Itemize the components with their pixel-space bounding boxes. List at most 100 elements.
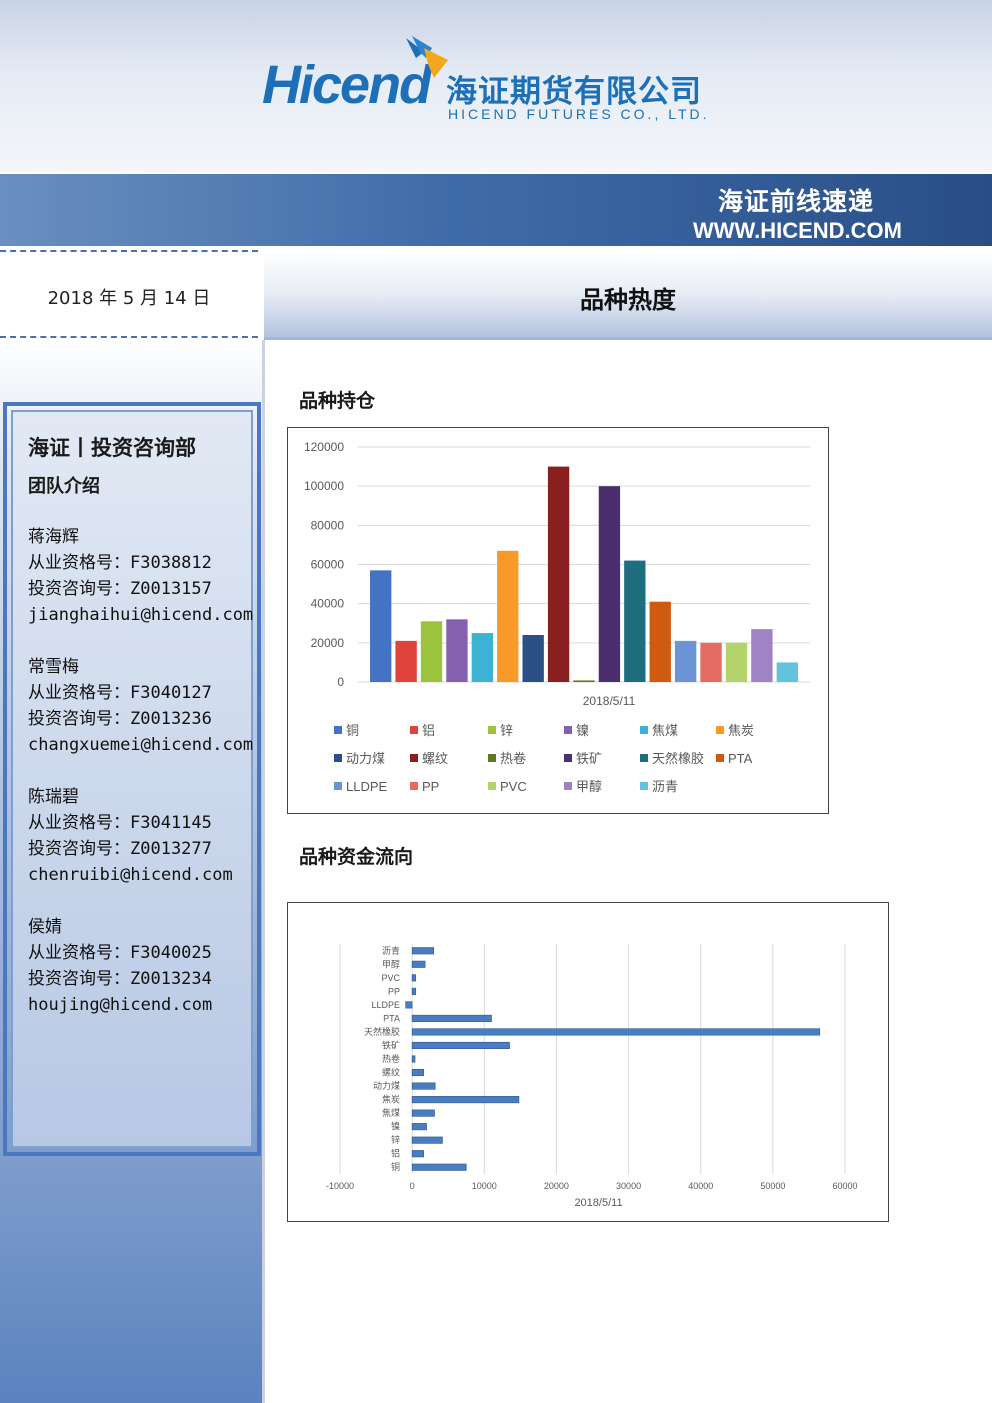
legend-label: 铜 <box>346 723 359 738</box>
y-category-label: PTA <box>383 1013 400 1023</box>
member-qualification: 从业资格号：F3040025 <box>28 943 212 963</box>
y-tick-label: 0 <box>337 675 344 689</box>
fund-flow-chart-frame: -10000 0 10000 20000 30000 40000 50000 60000 沥青甲… <box>287 902 889 1222</box>
member-email[interactable]: houjing@hicend.com <box>28 992 212 1018</box>
y-category-label: 沥青 <box>382 945 400 956</box>
bar-铁矿 <box>598 486 621 682</box>
member-qualification: 从业资格号：F3041145 <box>28 813 212 833</box>
y-category-label: 焦煤 <box>382 1107 400 1118</box>
y-category-label: 动力煤 <box>373 1080 400 1091</box>
legend-label: LLDPE <box>346 779 388 794</box>
divider <box>262 340 265 1403</box>
y-category-label: PVC <box>381 973 400 983</box>
bar-铝 <box>411 1150 424 1158</box>
y-category-label: 铜 <box>391 1161 400 1172</box>
legend-swatch <box>564 726 572 734</box>
legend-swatch <box>410 726 418 734</box>
bar-PTA <box>649 601 671 682</box>
bar-铜 <box>370 570 392 682</box>
team-heading: 海证丨投资咨询部 <box>28 436 196 460</box>
legend-swatch <box>410 754 418 762</box>
bar-铝 <box>395 640 417 682</box>
x-tick-label: 20000 <box>544 1181 569 1191</box>
bar-锌 <box>411 1136 443 1144</box>
fund-flow-chart: -10000 0 10000 20000 30000 40000 50000 60000 沥青甲… <box>326 944 858 1209</box>
page-title: 品种热度 <box>580 286 676 314</box>
bar-螺纹 <box>547 466 570 682</box>
legend-swatch <box>640 782 648 790</box>
legend-swatch <box>410 782 418 790</box>
bar-动力煤 <box>411 1082 436 1090</box>
y-tick-label: 80000 <box>311 518 345 532</box>
y-tick-label: 60000 <box>311 558 345 572</box>
legend-swatch <box>488 726 496 734</box>
bar-甲醇 <box>411 960 426 968</box>
member-consult-number: 投资咨询号：Z0013157 <box>28 579 212 599</box>
bar-焦煤 <box>471 633 494 682</box>
member-consult-number: 投资咨询号：Z0013277 <box>28 839 212 859</box>
member-email[interactable]: changxuemei@hicend.com <box>28 732 253 758</box>
legend-swatch <box>564 782 572 790</box>
bar-镍 <box>446 619 468 682</box>
bar-焦炭 <box>411 1096 520 1104</box>
y-category-label: 铁矿 <box>382 1039 400 1050</box>
legend-label: PVC <box>500 779 527 794</box>
legend-label: 天然橡胶 <box>652 751 704 766</box>
bird-logo-icon <box>406 36 448 78</box>
bar-甲醇 <box>751 629 773 682</box>
title-bar: 品种热度 <box>264 250 992 340</box>
bar-LLDPE <box>674 640 697 682</box>
x-axis-label: 2018/5/11 <box>583 694 636 708</box>
legend-label: 铝 <box>422 723 435 738</box>
legend-label: 焦炭 <box>728 723 754 738</box>
bar-动力煤 <box>522 635 544 682</box>
bar-锌 <box>420 621 443 682</box>
open-interest-title: 品种持仓 <box>299 390 376 412</box>
team-member: 蒋海辉 从业资格号：F3038812 投资咨询号：Z0013157 jiangh… <box>28 524 253 628</box>
legend-swatch <box>334 782 342 790</box>
company-logo: Hicend ® 海证期货有限公司 HICEND FUTURES CO., LT… <box>262 34 732 134</box>
y-category-label: 铝 <box>391 1148 400 1159</box>
legend-label: 锌 <box>500 723 513 738</box>
bar-铜 <box>411 1163 467 1171</box>
y-category-label: LLDPE <box>371 1000 400 1010</box>
x-axis-label: 2018/5/11 <box>574 1197 622 1209</box>
team-subheading: 团队介绍 <box>28 476 100 497</box>
legend-label: 动力煤 <box>346 751 385 766</box>
bar-PP <box>700 642 722 682</box>
y-category-label: PP <box>388 986 400 996</box>
member-qualification: 从业资格号：F3040127 <box>28 683 212 703</box>
member-qualification: 从业资格号：F3038812 <box>28 553 212 573</box>
legend-label: PP <box>422 779 439 794</box>
legend-label: 甲醇 <box>576 779 602 794</box>
member-email[interactable]: chenruibi@hicend.com <box>28 862 233 888</box>
header-banner: 海证前线速递 WWW.HICEND.COM <box>0 174 992 246</box>
header: Hicend ® 海证期货有限公司 HICEND FUTURES CO., LT… <box>0 0 992 172</box>
logo-chinese-name: 海证期货有限公司 <box>446 74 702 110</box>
legend-swatch <box>716 754 724 762</box>
legend-swatch <box>640 754 648 762</box>
member-email[interactable]: jianghaihui@hicend.com <box>28 602 253 628</box>
member-name: 蒋海辉 <box>28 527 79 547</box>
y-tick-label: 120000 <box>304 440 344 454</box>
team-member: 陈瑞碧 从业资格号：F3041145 投资咨询号：Z0013277 chenru… <box>28 784 233 888</box>
bar-焦炭 <box>497 550 519 682</box>
banner-title: 海证前线速递 <box>717 187 874 216</box>
x-tick-label: 60000 <box>832 1181 857 1191</box>
legend-swatch <box>334 754 342 762</box>
bar-镍 <box>411 1123 427 1131</box>
bar-PP <box>411 987 417 995</box>
open-interest-chart: 120000 100000 80000 60000 40000 20000 0 2018/5/… <box>304 440 810 794</box>
bar-PVC <box>725 642 748 682</box>
bar-PTA <box>411 1014 492 1022</box>
legend-label: 螺纹 <box>422 751 448 766</box>
member-consult-number: 投资咨询号：Z0013236 <box>28 709 212 729</box>
bar-天然橡胶 <box>411 1028 821 1036</box>
x-tick-label: 30000 <box>616 1181 641 1191</box>
legend-swatch <box>564 754 572 762</box>
x-tick-label: -10000 <box>326 1181 354 1191</box>
team-panel: 海证丨投资咨询部 团队介绍 蒋海辉 从业资格号：F3038812 投资咨询号：Z… <box>3 402 261 1156</box>
y-category-label: 焦炭 <box>382 1094 400 1105</box>
x-tick-label: 10000 <box>472 1181 497 1191</box>
website-link[interactable]: WWW.HICEND.COM <box>693 218 902 244</box>
